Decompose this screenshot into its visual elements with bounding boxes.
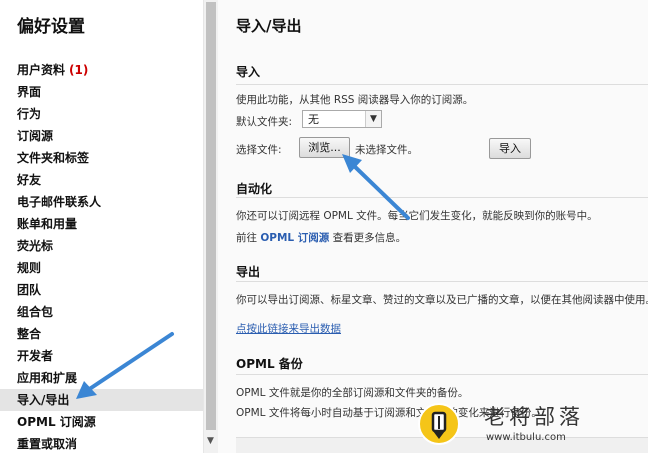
sidebar-item-friends[interactable]: 好友 — [0, 169, 203, 191]
preferences-sidebar: 偏好设置 用户资料 (1) 界面 行为 订阅源 文件夹和标签 好友 电子邮件联系人… — [0, 0, 203, 453]
sidebar-item-label: 导入/导出 — [17, 393, 70, 407]
sidebar-item-label: 用户资料 — [17, 63, 66, 77]
watermark-url: www.itbulu.com — [486, 432, 566, 443]
sidebar-item-label: 好友 — [17, 173, 42, 187]
sidebar-item-integrations[interactable]: 整合 — [0, 323, 203, 345]
sidebar-item-label: 组合包 — [17, 305, 54, 319]
sidebar-item-developers[interactable]: 开发者 — [0, 345, 203, 367]
section-divider — [236, 281, 648, 282]
default-folder-select[interactable]: 无 ▼ — [302, 110, 382, 128]
profile-count-badge: (1) — [69, 63, 89, 77]
section-divider — [236, 84, 648, 85]
sidebar-item-feeds[interactable]: 订阅源 — [0, 125, 203, 147]
sidebar-item-label: 规则 — [17, 261, 42, 275]
sidebar-item-billing[interactable]: 账单和用量 — [0, 213, 203, 235]
watermark-name: 老将部落 — [484, 405, 584, 429]
export-description: 你可以导出订阅源、标星文章、赞过的文章以及已广播的文章，以便在其他阅读器中使用。 — [236, 294, 648, 306]
sidebar-item-email-contacts[interactable]: 电子邮件联系人 — [0, 191, 203, 213]
browse-button[interactable]: 浏览... — [299, 137, 350, 158]
chevron-down-icon: ▼ — [365, 111, 381, 127]
sidebar-item-profile[interactable]: 用户资料 (1) — [0, 59, 203, 81]
sidebar-item-opml-feeds[interactable]: OPML 订阅源 — [0, 411, 203, 433]
sidebar-item-label: 开发者 — [17, 349, 54, 363]
no-file-selected-text: 未选择文件。 — [355, 144, 418, 156]
import-button[interactable]: 导入 — [489, 138, 531, 159]
opml-backup-section-title: OPML 备份 — [236, 357, 303, 371]
choose-file-label: 选择文件: — [236, 144, 282, 156]
page-title: 导入/导出 — [236, 17, 302, 35]
sidebar-item-label: 应用和扩展 — [17, 371, 78, 385]
import-description: 使用此功能，从其他 RSS 阅读器导入你的订阅源。 — [236, 94, 474, 106]
export-section-title: 导出 — [236, 265, 261, 279]
sidebar-item-behavior[interactable]: 行为 — [0, 103, 203, 125]
watermark-logo-icon — [418, 403, 460, 445]
sidebar-item-import-export[interactable]: 导入/导出 — [0, 389, 203, 411]
sidebar-item-rules[interactable]: 规则 — [0, 257, 203, 279]
export-data-link[interactable]: 点按此链接来导出数据 — [236, 321, 341, 336]
sidebar-item-team[interactable]: 团队 — [0, 279, 203, 301]
automation-description: 你还可以订阅远程 OPML 文件。每当它们发生变化，就能反映到你的账号中。 — [236, 210, 598, 222]
sidebar-item-label: OPML 订阅源 — [17, 415, 96, 429]
section-divider — [236, 374, 648, 375]
sidebar-item-interface[interactable]: 界面 — [0, 81, 203, 103]
automation-more-info: 前往 OPML 订阅源 查看更多信息。 — [236, 230, 406, 245]
sidebar-item-label: 电子邮件联系人 — [17, 195, 102, 209]
sidebar-item-label: 账单和用量 — [17, 217, 78, 231]
sidebar-item-folders-tags[interactable]: 文件夹和标签 — [0, 147, 203, 169]
sidebar-item-label: 荧光标 — [17, 239, 54, 253]
sidebar-item-reset-cancel[interactable]: 重置或取消 — [0, 433, 203, 453]
import-section-title: 导入 — [236, 65, 261, 79]
scrollbar-thumb[interactable] — [206, 2, 216, 430]
sidebar-item-label: 整合 — [17, 327, 42, 341]
scroll-down-arrow-icon[interactable]: ▼ — [207, 436, 214, 446]
automation-section-title: 自动化 — [236, 182, 273, 196]
main-panel: 导入/导出 导入 使用此功能，从其他 RSS 阅读器导入你的订阅源。 默认文件夹… — [218, 0, 648, 453]
sidebar-item-bundles[interactable]: 组合包 — [0, 301, 203, 323]
backup-description-1: OPML 文件就是你的全部订阅源和文件夹的备份。 — [236, 387, 469, 399]
sidebar-item-label: 界面 — [17, 85, 42, 99]
more-info-suffix: 查看更多信息。 — [332, 232, 407, 244]
default-folder-label: 默认文件夹: — [236, 116, 293, 128]
opml-feeds-link[interactable]: OPML 订阅源 — [260, 232, 329, 244]
sidebar-item-highlighter[interactable]: 荧光标 — [0, 235, 203, 257]
sidebar-item-label: 订阅源 — [17, 129, 54, 143]
sidebar-scrollbar[interactable]: ▼ — [203, 0, 218, 453]
folder-select-value: 无 — [308, 113, 319, 126]
sidebar-title: 偏好设置 — [17, 17, 85, 37]
more-info-prefix: 前往 — [236, 232, 257, 244]
sidebar-item-label: 文件夹和标签 — [17, 151, 90, 165]
sidebar-item-label: 重置或取消 — [17, 437, 78, 451]
sidebar-item-label: 团队 — [17, 283, 42, 297]
section-divider — [236, 197, 648, 198]
sidebar-item-label: 行为 — [17, 107, 42, 121]
sidebar-item-apps-extensions[interactable]: 应用和扩展 — [0, 367, 203, 389]
